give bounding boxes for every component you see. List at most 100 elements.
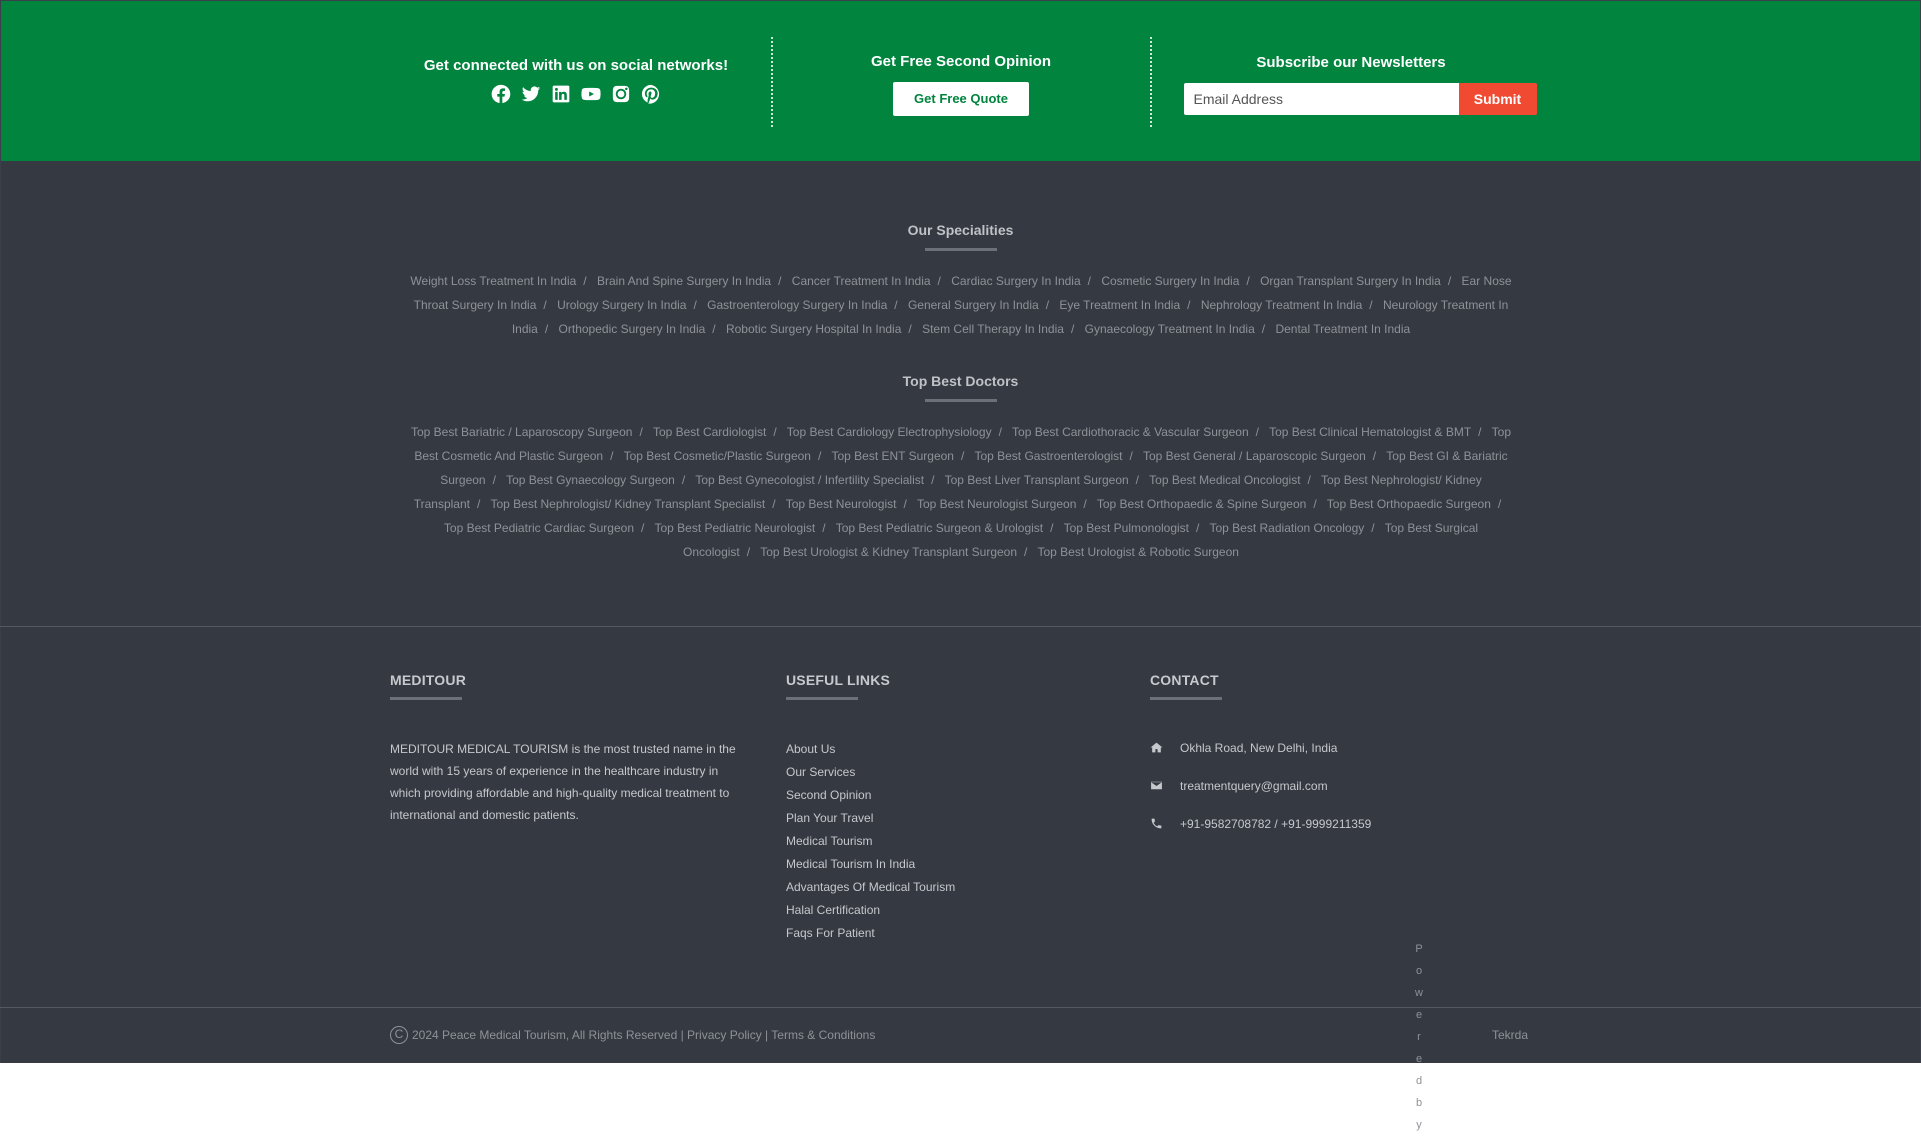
about-column: MEDITOUR MEDITOUR MEDICAL TOURISM is the… [390, 672, 740, 826]
doctors-link[interactable]: Top Best Gastroenterologist [974, 449, 1122, 463]
specialities-link[interactable]: Cancer Treatment In India [792, 274, 931, 288]
contact-address: Okhla Road, New Delhi, India [1150, 729, 1371, 767]
doctors-link[interactable]: Top Best Pediatric Cardiac Surgeon [444, 521, 634, 535]
specialities-link[interactable]: Gastroenterology Surgery In India [707, 298, 887, 312]
doctors-link[interactable]: Top Best Clinical Hematologist & BMT [1269, 425, 1471, 439]
social-newsletter-bar: Get connected with us on social networks… [0, 0, 1921, 161]
specialities-title: Our Specialities [907, 222, 1014, 238]
doctors-link[interactable]: Top Best Cardiology Electrophysiology [787, 425, 992, 439]
title-underline [924, 248, 997, 251]
doctors-link[interactable]: Top Best Liver Transplant Surgeon [945, 473, 1129, 487]
link-separator: / [693, 298, 697, 312]
doctors-link[interactable]: Top Best ENT Surgeon [831, 449, 954, 463]
submit-button[interactable]: Submit [1458, 83, 1537, 115]
doctors-link[interactable]: Top Best Orthopaedic & Spine Surgeon [1097, 497, 1306, 511]
useful-link[interactable]: Second Opinion [786, 784, 955, 807]
doctors-link[interactable]: Top Best Urologist & Robotic Surgeon [1038, 545, 1239, 559]
doctors-link[interactable]: Top Best Gynaecology Surgeon [506, 473, 675, 487]
doctors-link[interactable]: Top Best Cardiologist [653, 425, 766, 439]
powered-by-letter: e [1415, 1009, 1423, 1021]
second-opinion-section: Get Free Second Opinion Get Free Quote [771, 1, 1151, 162]
doctors-link[interactable]: Top Best Urologist & Kidney Transplant S… [760, 545, 1017, 559]
specialities-link[interactable]: Urology Surgery In India [557, 298, 686, 312]
newsletter-section: Subscribe our Newsletters Email Address … [1151, 1, 1551, 162]
useful-link[interactable]: Plan Your Travel [786, 807, 955, 830]
doctors-links: Top Best Bariatric / Laparoscopy Surgeon… [408, 420, 1514, 564]
doctors-link[interactable]: Top Best General / Laparoscopic Surgeon [1143, 449, 1366, 463]
specialities-link[interactable]: Stem Cell Therapy In India [922, 322, 1064, 336]
title-underline [1150, 697, 1222, 700]
instagram-icon[interactable] [611, 84, 631, 104]
useful-link[interactable]: Our Services [786, 761, 955, 784]
doctors-link[interactable]: Top Best Cardiothoracic & Vascular Surge… [1012, 425, 1249, 439]
doctors-link[interactable]: Top Best Gynecologist / Infertility Spec… [695, 473, 924, 487]
specialities-link[interactable]: Eye Treatment In India [1059, 298, 1180, 312]
specialities-link[interactable]: Cosmetic Surgery In India [1101, 274, 1239, 288]
powered-by: Poweredby [1414, 938, 1424, 1136]
powered-by-letter: b [1415, 1097, 1423, 1109]
link-separator: / [1246, 274, 1250, 288]
doctors-link[interactable]: Top Best Pediatric Neurologist [654, 521, 815, 535]
envelope-icon [1150, 779, 1164, 793]
twitter-icon[interactable] [521, 84, 541, 104]
specialities-link[interactable]: Orthopedic Surgery In India [559, 322, 706, 336]
doctors-link[interactable]: Top Best Radiation Oncology [1209, 521, 1364, 535]
useful-link[interactable]: About Us [786, 738, 955, 761]
specialities-link[interactable]: Gynaecology Treatment In India [1085, 322, 1255, 336]
link-separator: / [937, 274, 941, 288]
specialities-links: Weight Loss Treatment In India / Brain An… [408, 269, 1514, 341]
social-section: Get connected with us on social networks… [421, 1, 731, 162]
link-separator: / [712, 322, 716, 336]
link-separator: / [1369, 298, 1373, 312]
useful-link[interactable]: Medical Tourism [786, 830, 955, 853]
get-free-quote-button[interactable]: Get Free Quote [893, 82, 1029, 116]
link-separator: / [544, 322, 549, 336]
link-separator: / [610, 449, 614, 463]
doctors-link[interactable]: Top Best Neurologist [786, 497, 897, 511]
specialities-link[interactable]: Brain And Spine Surgery In India [597, 274, 771, 288]
specialities-link[interactable]: Weight Loss Treatment In India [410, 274, 576, 288]
doctors-link[interactable]: Top Best Pulmonologist [1064, 521, 1189, 535]
pinterest-icon[interactable] [641, 84, 661, 104]
linkedin-icon[interactable] [551, 84, 571, 104]
copyright: C 2024 Peace Medical Tourism, All Rights… [390, 1026, 875, 1044]
specialities-link[interactable]: Nephrology Treatment In India [1201, 298, 1362, 312]
doctors-link[interactable]: Top Best Cosmetic/Plastic Surgeon [624, 449, 811, 463]
doctors-link[interactable]: Top Best Nephrologist/ Kidney Transplant… [490, 497, 765, 511]
tekrda-link[interactable]: Tekrda [1492, 1028, 1528, 1042]
specialities-link[interactable]: General Surgery In India [908, 298, 1039, 312]
youtube-icon[interactable] [581, 84, 601, 104]
contact-column: CONTACT Okhla Road, New Delhi, India tre… [1150, 672, 1371, 843]
link-separator: / [1371, 521, 1375, 535]
email-text[interactable]: treatmentquery@gmail.com [1180, 779, 1328, 793]
useful-link[interactable]: Medical Tourism In India [786, 853, 955, 876]
copyright-text: 2024 Peace Medical Tourism, All Rights R… [412, 1028, 876, 1042]
useful-link[interactable]: Faqs For Patient [786, 922, 955, 945]
specialities-link[interactable]: Dental Treatment In India [1275, 322, 1410, 336]
doctors-link[interactable]: Top Best Neurologist Surgeon [917, 497, 1076, 511]
link-separator: / [1307, 473, 1311, 487]
doctors-link[interactable]: Top Best Medical Oncologist [1149, 473, 1300, 487]
link-separator: / [1083, 497, 1087, 511]
link-separator: / [641, 521, 645, 535]
link-separator: / [817, 449, 822, 463]
specialities-link[interactable]: Organ Transplant Surgery In India [1260, 274, 1441, 288]
powered-by-letter: e [1415, 1053, 1423, 1065]
specialities-link[interactable]: Cardiac Surgery In India [951, 274, 1080, 288]
powered-by-letter: d [1415, 1075, 1423, 1087]
second-opinion-title: Get Free Second Opinion [870, 53, 1052, 70]
doctors-link[interactable]: Top Best Orthopaedic Surgeon [1327, 497, 1491, 511]
doctors-link[interactable]: Top Best Pediatric Surgeon & Urologist [836, 521, 1043, 535]
link-separator: / [894, 298, 898, 312]
link-separator: / [908, 322, 912, 336]
specialities-link[interactable]: Robotic Surgery Hospital In India [726, 322, 901, 336]
useful-link[interactable]: Halal Certification [786, 899, 955, 922]
link-separator: / [1070, 322, 1075, 336]
contact-list: Okhla Road, New Delhi, India treatmentqu… [1150, 729, 1371, 843]
doctors-link[interactable]: Top Best Bariatric / Laparoscopy Surgeon [411, 425, 632, 439]
useful-link[interactable]: Advantages Of Medical Tourism [786, 876, 955, 899]
facebook-icon[interactable] [491, 84, 511, 104]
email-input[interactable]: Email Address [1183, 83, 1459, 115]
page-bottom [0, 1063, 1921, 1130]
link-separator: / [681, 473, 686, 487]
